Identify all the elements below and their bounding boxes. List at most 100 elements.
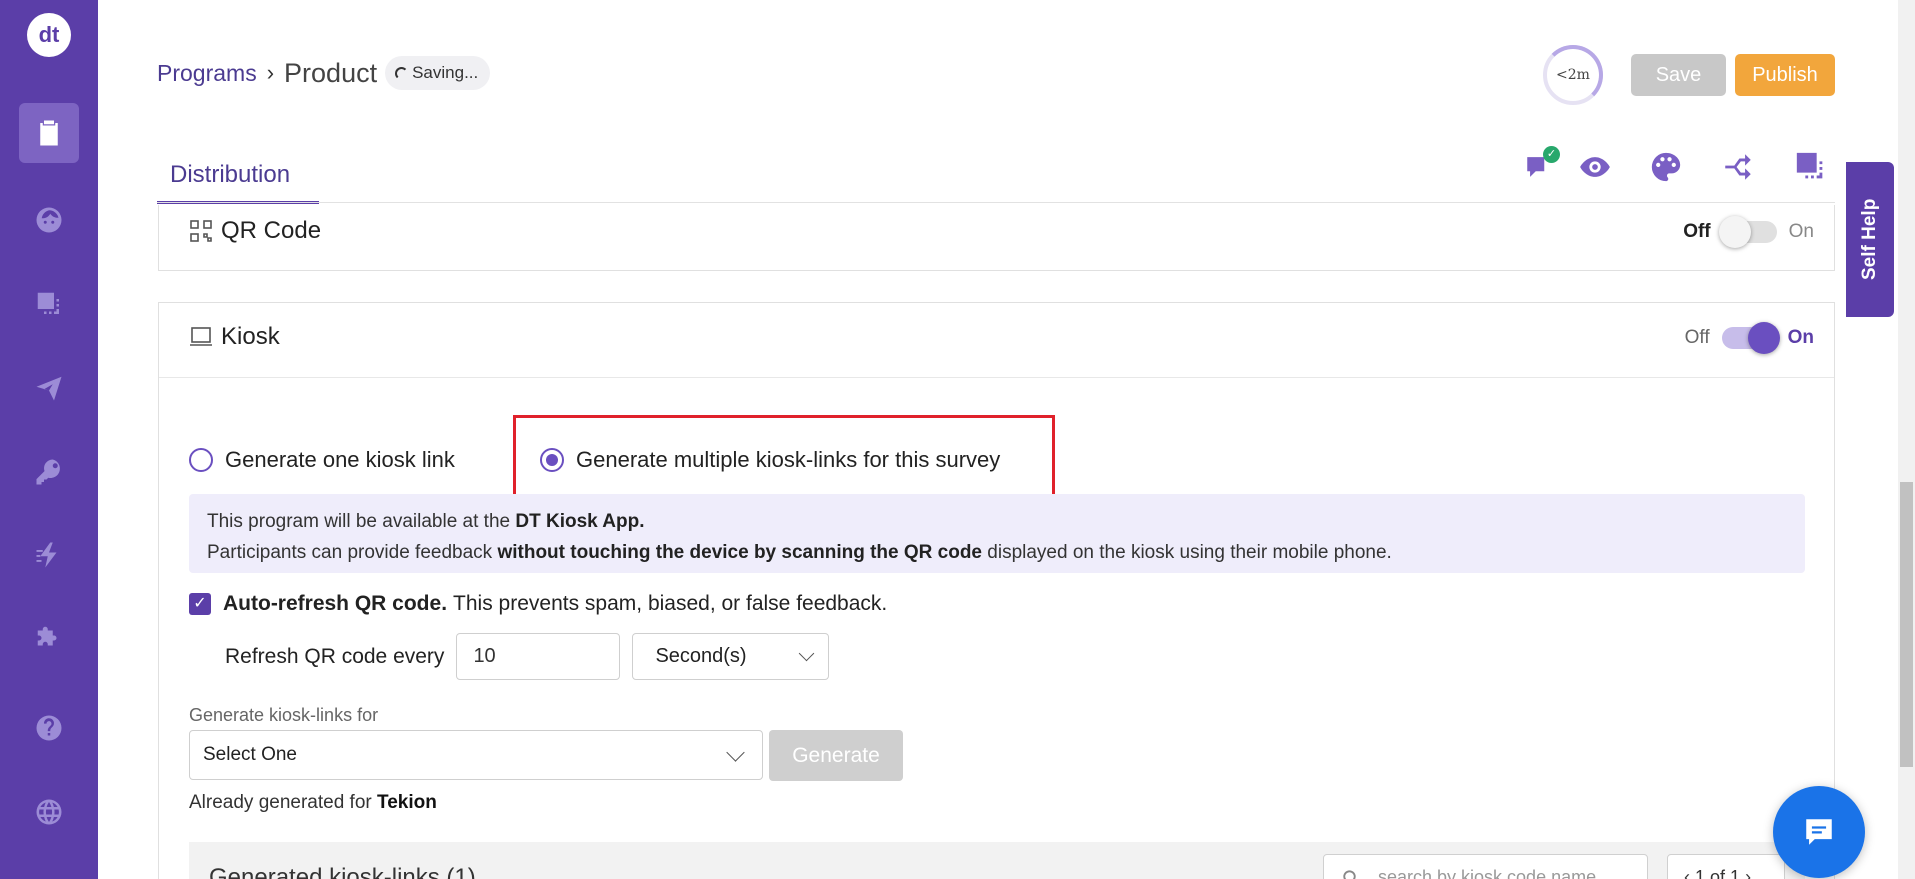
radio-button[interactable] <box>189 448 213 472</box>
language-check-button[interactable]: ✓ <box>1523 146 1560 184</box>
breadcrumb-separator-icon: › <box>266 60 275 85</box>
time-estimate-indicator: <2m <box>1543 45 1603 105</box>
pagination-text: 1 of 1 <box>1695 867 1741 879</box>
paper-plane-icon <box>36 376 62 401</box>
select-area-icon <box>1796 152 1823 179</box>
generate-for-value: Select One <box>203 744 297 765</box>
generated-links-bar: Generated kiosk-links (1) search by kios… <box>189 842 1805 879</box>
pagination-control[interactable]: ‹ 1 of 1 › <box>1667 854 1785 879</box>
info-line-1: This program will be available at the DT… <box>207 506 1787 537</box>
sidebar: dt <box>0 0 98 879</box>
preview-eye-icon <box>1580 157 1610 177</box>
globe-icon <box>36 799 62 825</box>
kiosk-search-placeholder: search by kiosk code name <box>1378 867 1597 879</box>
self-help-tab[interactable]: Self Help <box>1846 162 1894 317</box>
nav-analytics[interactable] <box>19 274 79 334</box>
qr-code-toggle: Off On <box>1683 216 1814 248</box>
auto-refresh-checkbox[interactable]: ✓ <box>189 593 211 615</box>
auto-refresh-bold: Auto-refresh QR code. <box>223 592 448 615</box>
dt-logo[interactable]: dt <box>27 13 71 57</box>
breadcrumb: Programs › Product Saving... <box>157 56 491 90</box>
nav-help[interactable] <box>19 698 79 758</box>
page-title[interactable]: Product <box>284 58 377 89</box>
auto-refresh-row: ✓ Auto-refresh QR code. This prevents sp… <box>189 592 887 616</box>
check-badge-icon: ✓ <box>1543 146 1560 163</box>
logic-button[interactable] <box>1721 150 1755 184</box>
lightning-icon <box>36 542 57 568</box>
saving-status-text: Saving... <box>412 63 479 82</box>
search-icon <box>1343 870 1356 879</box>
chevron-right-icon[interactable]: › <box>1745 867 1751 879</box>
switch-knob <box>1747 322 1780 354</box>
kiosk-toggle: Off On <box>1684 322 1814 354</box>
auto-refresh-text: This prevents spam, biased, or false fee… <box>453 592 888 615</box>
nav-global[interactable] <box>19 782 79 842</box>
logic-shuffle-icon <box>1725 154 1751 180</box>
spinner-icon <box>395 66 409 80</box>
kiosk-search-input[interactable]: search by kiosk code name <box>1323 854 1648 879</box>
puzzle-icon <box>37 626 57 646</box>
kiosk-switch[interactable] <box>1721 322 1780 354</box>
radio-one-kiosk-link[interactable]: Generate one kiosk link <box>189 447 455 473</box>
nav-integrations[interactable] <box>19 608 79 668</box>
info-line-1-text: This program will be available at the <box>207 511 516 532</box>
radio-one-label: Generate one kiosk link <box>225 447 455 472</box>
publish-button[interactable]: Publish <box>1735 54 1835 96</box>
refresh-unit-value: Second(s) <box>655 645 747 667</box>
info-line-2-pre: Participants can provide feedback <box>207 542 498 563</box>
info-line-2-bold: without touching the device by scanning … <box>497 542 982 563</box>
info-line-2-post: displayed on the kiosk using their mobil… <box>982 542 1392 563</box>
kiosk-title: Kiosk <box>221 323 280 350</box>
kiosk-info-box: This program will be available at the DT… <box>189 494 1805 573</box>
kiosk-divider <box>159 377 1834 378</box>
select-area-button[interactable] <box>1794 150 1828 184</box>
qr-code-switch[interactable] <box>1718 216 1777 248</box>
theme-button[interactable] <box>1649 150 1683 184</box>
save-button[interactable]: Save <box>1631 54 1726 96</box>
generate-for-select[interactable]: Select One <box>189 730 763 780</box>
app-root: dt Programs › Product Saving... <2m Save… <box>0 0 1915 879</box>
refresh-label: Refresh QR code every <box>225 644 445 668</box>
qr-code-icon <box>190 220 212 242</box>
chevron-down-icon <box>799 645 815 662</box>
laptop-icon <box>190 327 212 346</box>
refresh-interval-row: Refresh QR code every 10 Second(s) <box>225 633 830 680</box>
survey-clipboard-icon <box>40 120 58 146</box>
generate-for-label: Generate kiosk-links for <box>189 705 379 725</box>
refresh-interval-input[interactable]: 10 <box>456 633 621 680</box>
qr-code-header: QR Code <box>189 217 321 245</box>
refresh-unit-select[interactable]: Second(s) <box>632 633 830 680</box>
kiosk-toggle-on-label: On <box>1787 327 1814 348</box>
saving-status-badge: Saving... <box>385 56 491 90</box>
customer-face-icon <box>36 207 62 233</box>
chevron-down-icon <box>726 743 745 762</box>
preview-button[interactable] <box>1578 150 1612 184</box>
info-line-2: Participants can provide feedback withou… <box>207 537 1787 568</box>
tab-divider <box>157 202 1835 203</box>
tab-distribution[interactable]: Distribution <box>157 155 319 204</box>
qr-code-title: QR Code <box>221 217 322 244</box>
breadcrumb-programs-link[interactable]: Programs <box>157 60 257 87</box>
qr-toggle-on-label: On <box>1788 221 1814 242</box>
chevron-left-icon[interactable]: ‹ <box>1684 867 1695 879</box>
crop-select-icon <box>37 292 59 314</box>
kiosk-toggle-off-label: Off <box>1684 327 1710 348</box>
nav-surveys[interactable] <box>19 103 79 163</box>
nav-distribute[interactable] <box>19 358 79 418</box>
nav-access[interactable] <box>19 442 79 502</box>
highlight-annotation-box <box>513 415 1055 499</box>
qr-code-panel: QR Code Off On <box>158 205 1835 271</box>
already-generated-name: Tekion <box>377 792 437 813</box>
nav-customers[interactable] <box>19 190 79 250</box>
already-generated-label: Already generated for <box>189 792 378 813</box>
qr-toggle-off-label: Off <box>1683 221 1711 242</box>
switch-knob <box>1718 216 1751 248</box>
theme-palette-icon <box>1651 152 1681 182</box>
generate-button[interactable]: Generate <box>769 730 903 781</box>
scrollbar-thumb[interactable] <box>1900 482 1913 767</box>
chat-bubble-icon <box>1806 819 1832 845</box>
chat-support-button[interactable] <box>1773 786 1865 878</box>
nav-automation[interactable] <box>19 525 79 585</box>
already-generated-text: Already generated for Tekion <box>189 792 437 814</box>
generated-links-title: Generated kiosk-links (1) <box>209 864 476 879</box>
